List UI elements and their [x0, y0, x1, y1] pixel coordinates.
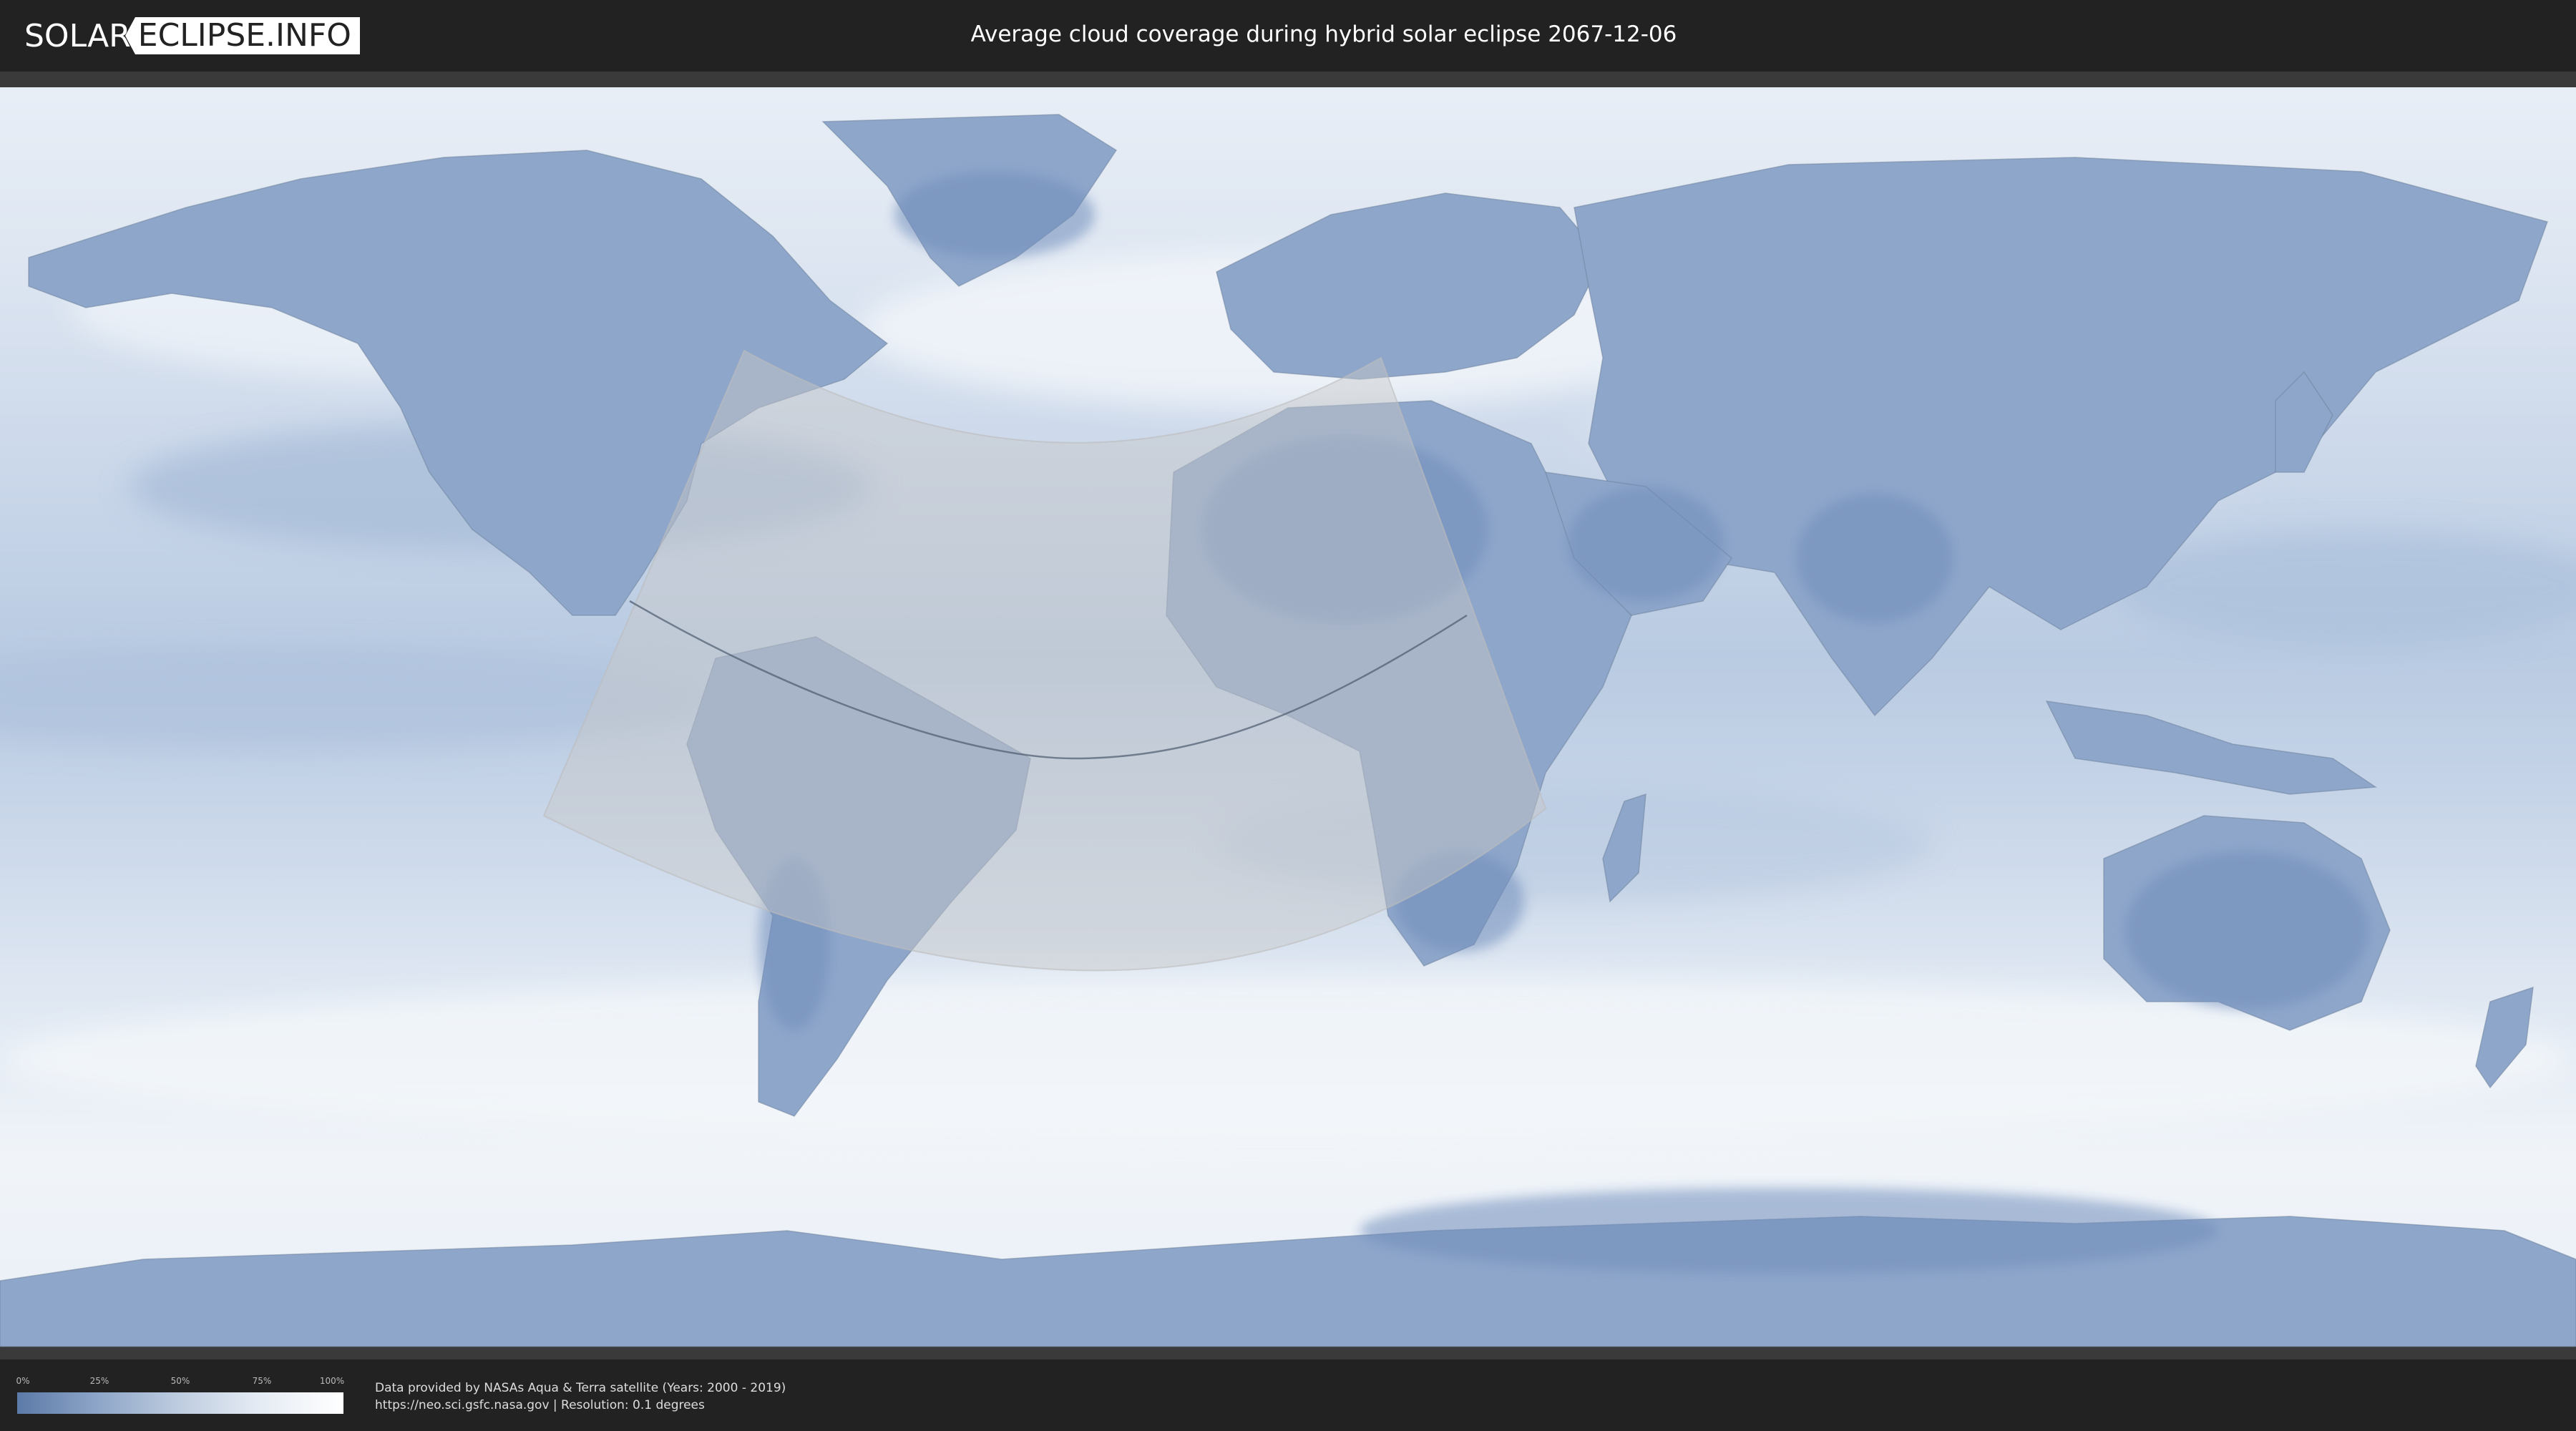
footer-bar: 0% 25% 50% 75% 100% Data provided by NAS… [0, 1359, 2576, 1431]
credits-line-source: Data provided by NASAs Aqua & Terra sate… [375, 1381, 786, 1395]
page-title: Average cloud coverage during hybrid sol… [970, 21, 1677, 47]
logo-text-eclipse-info: ECLIPSE.INFO [125, 17, 360, 54]
legend-tick-25: 25% [89, 1376, 109, 1386]
site-logo[interactable]: SOLAR ECLIPSE.INFO [24, 17, 360, 54]
legend-color-bar [17, 1392, 343, 1414]
cloud-coverage-map [0, 72, 2576, 1359]
legend-tick-0: 0% [16, 1376, 30, 1386]
header-bar: SOLAR ECLIPSE.INFO Average cloud coverag… [0, 0, 2576, 72]
logo-text-solar: SOLAR [24, 17, 131, 54]
legend-ticks: 0% 25% 50% 75% 100% [16, 1375, 345, 1388]
world-map [0, 72, 2576, 1359]
credits-line-url[interactable]: https://neo.sci.gsfc.nasa.gov | Resoluti… [375, 1397, 786, 1414]
page: SOLAR ECLIPSE.INFO Average cloud coverag… [0, 0, 2576, 1431]
legend-tick-75: 75% [252, 1376, 272, 1386]
legend-tick-100: 100% [319, 1376, 345, 1386]
cloud-coverage-legend: 0% 25% 50% 75% 100% [16, 1375, 345, 1415]
legend-tick-50: 50% [170, 1376, 190, 1386]
data-credits: Data provided by NASAs Aqua & Terra sate… [375, 1379, 786, 1414]
